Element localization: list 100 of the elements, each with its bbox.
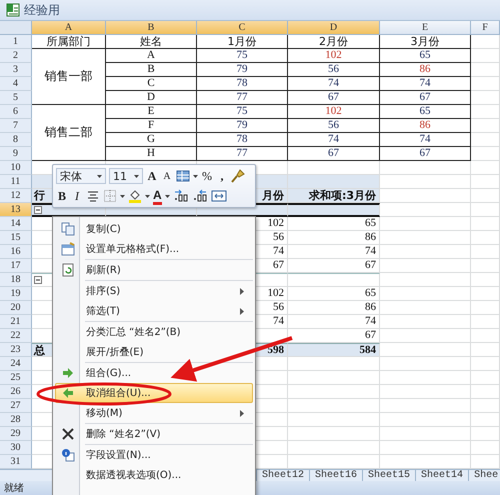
column-header[interactable]: E: [380, 21, 471, 35]
row-header[interactable]: 18: [0, 273, 32, 287]
menu-item[interactable]: 字段设置(N)...: [55, 445, 253, 465]
delete-icon: [62, 428, 74, 440]
table-cell: [471, 413, 500, 427]
row-header[interactable]: 6: [0, 105, 32, 119]
font-size-dropdown[interactable]: 11: [109, 168, 143, 184]
row-header[interactable]: 1: [0, 35, 32, 49]
row-header[interactable]: 23: [0, 343, 32, 357]
row-header[interactable]: 13: [0, 203, 32, 217]
grow-font-button[interactable]: A: [146, 168, 158, 184]
row-header[interactable]: 22: [0, 329, 32, 343]
table-cell: 65: [380, 49, 471, 63]
row-header[interactable]: 27: [0, 399, 32, 413]
table-cell: [471, 329, 500, 343]
column-header[interactable]: D: [288, 21, 380, 35]
percent-button[interactable]: %: [201, 168, 213, 184]
table-cell: 74: [380, 77, 471, 91]
row-header[interactable]: 20: [0, 301, 32, 315]
row-header[interactable]: 12: [0, 189, 32, 203]
row-header[interactable]: 4: [0, 77, 32, 91]
table-cell: [471, 245, 500, 259]
comma-button[interactable]: ,: [216, 168, 228, 184]
row-header[interactable]: 24: [0, 357, 32, 371]
table-cell: 584: [288, 343, 380, 357]
table-cell: 65: [288, 287, 380, 301]
row-header[interactable]: 29: [0, 427, 32, 441]
format-table-icon[interactable]: [176, 169, 190, 183]
table-cell: 56: [288, 119, 380, 133]
column-header[interactable]: A: [32, 21, 106, 35]
row-header[interactable]: 15: [0, 231, 32, 245]
row-header[interactable]: 31: [0, 455, 32, 469]
menu-item[interactable]: 组合(G)...: [55, 363, 253, 383]
table-cell: 所属部门: [32, 35, 106, 49]
table-cell: 74: [380, 133, 471, 147]
table-cell: [471, 133, 500, 147]
font-dropdown[interactable]: 宋体: [56, 168, 106, 184]
table-cell: [471, 441, 500, 455]
table-cell: [471, 399, 500, 413]
row-header[interactable]: 8: [0, 133, 32, 147]
table-cell: [471, 343, 500, 357]
collapse-icon[interactable]: [34, 276, 42, 284]
row-header[interactable]: 28: [0, 413, 32, 427]
menu-item[interactable]: 删除 “姓名2”(V): [55, 424, 253, 444]
table-cell: 74: [288, 315, 380, 329]
table-cell: 86: [288, 301, 380, 315]
table-cell: H: [106, 147, 197, 161]
collapse-icon[interactable]: [34, 206, 42, 214]
row-header[interactable]: 21: [0, 315, 32, 329]
row-header[interactable]: 3: [0, 63, 32, 77]
shrink-font-button[interactable]: A: [161, 168, 173, 184]
arrow-right-icon: [62, 368, 74, 378]
row-header[interactable]: 10: [0, 161, 32, 175]
align-center-icon[interactable]: [86, 189, 100, 203]
row-header[interactable]: 16: [0, 245, 32, 259]
italic-button[interactable]: I: [71, 188, 83, 204]
fill-color-icon[interactable]: [128, 189, 142, 203]
window-title: 经验用: [24, 2, 60, 18]
dropdown-caret-icon[interactable]: [145, 194, 150, 198]
table-cell: [471, 35, 500, 49]
table-cell: 67: [288, 91, 380, 105]
row-header[interactable]: 2: [0, 49, 32, 63]
menu-item[interactable]: 数据透视表选项(O)...: [55, 465, 253, 485]
table-cell: 1月份: [197, 35, 288, 49]
row-header[interactable]: 7: [0, 119, 32, 133]
row-header[interactable]: 14: [0, 217, 32, 231]
table-cell: 67: [288, 147, 380, 161]
table-cell: 67: [380, 147, 471, 161]
table-cell: 102: [288, 49, 380, 63]
row-header[interactable]: 5: [0, 91, 32, 105]
dropdown-caret-icon[interactable]: [164, 194, 170, 198]
decrease-decimal-icon[interactable]: [192, 189, 208, 203]
table-cell: D: [106, 91, 197, 105]
font-color-button[interactable]: A: [153, 188, 162, 204]
merge-cells-icon[interactable]: [210, 189, 227, 203]
row-header[interactable]: 11: [0, 175, 32, 189]
column-header[interactable]: C: [197, 21, 288, 35]
table-cell: 65: [380, 105, 471, 119]
row-header[interactable]: 9: [0, 147, 32, 161]
table-cell: [471, 175, 500, 189]
row-header[interactable]: 26: [0, 385, 32, 399]
row-header[interactable]: 19: [0, 287, 32, 301]
row-header[interactable]: 25: [0, 371, 32, 385]
table-cell: [471, 455, 500, 469]
column-header[interactable]: F: [471, 21, 500, 35]
table-cell: 67: [380, 91, 471, 105]
column-header[interactable]: B: [106, 21, 197, 35]
table-cell: E: [106, 105, 197, 119]
dropdown-caret-icon[interactable]: [120, 194, 125, 198]
bold-button[interactable]: B: [56, 188, 68, 204]
table-cell: [471, 231, 500, 245]
submenu-arrow-icon: [240, 288, 244, 294]
table-cell: [471, 287, 500, 301]
increase-decimal-icon[interactable]: [172, 189, 189, 203]
row-header[interactable]: 17: [0, 259, 32, 273]
format-painter-icon[interactable]: [231, 169, 245, 183]
table-cell: [471, 91, 500, 105]
row-header[interactable]: 30: [0, 441, 32, 455]
table-cell: [471, 217, 500, 231]
menu-item[interactable]: 移动(M): [55, 403, 253, 423]
